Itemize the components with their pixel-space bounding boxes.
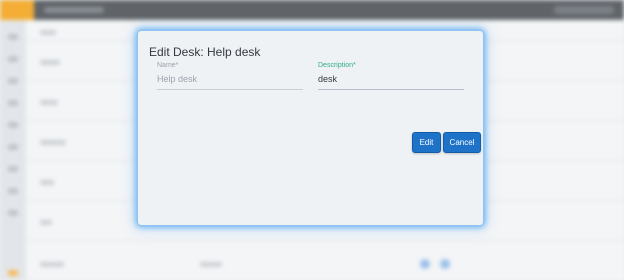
- description-field[interactable]: Description* desk: [318, 62, 464, 90]
- edit-desk-dialog: Edit Desk: Help desk Name* Help desk Des…: [138, 31, 483, 225]
- name-field-underline: [157, 89, 303, 90]
- edit-button[interactable]: Edit: [412, 132, 441, 153]
- cancel-button[interactable]: Cancel: [443, 132, 481, 153]
- description-field-underline: [318, 89, 464, 90]
- name-field[interactable]: Name* Help desk: [157, 62, 303, 90]
- name-input[interactable]: Help desk: [157, 74, 303, 85]
- description-input[interactable]: desk: [318, 74, 464, 85]
- dialog-title: Edit Desk: Help desk: [149, 45, 261, 59]
- description-field-label: Description*: [318, 62, 356, 69]
- name-field-label: Name*: [157, 62, 179, 69]
